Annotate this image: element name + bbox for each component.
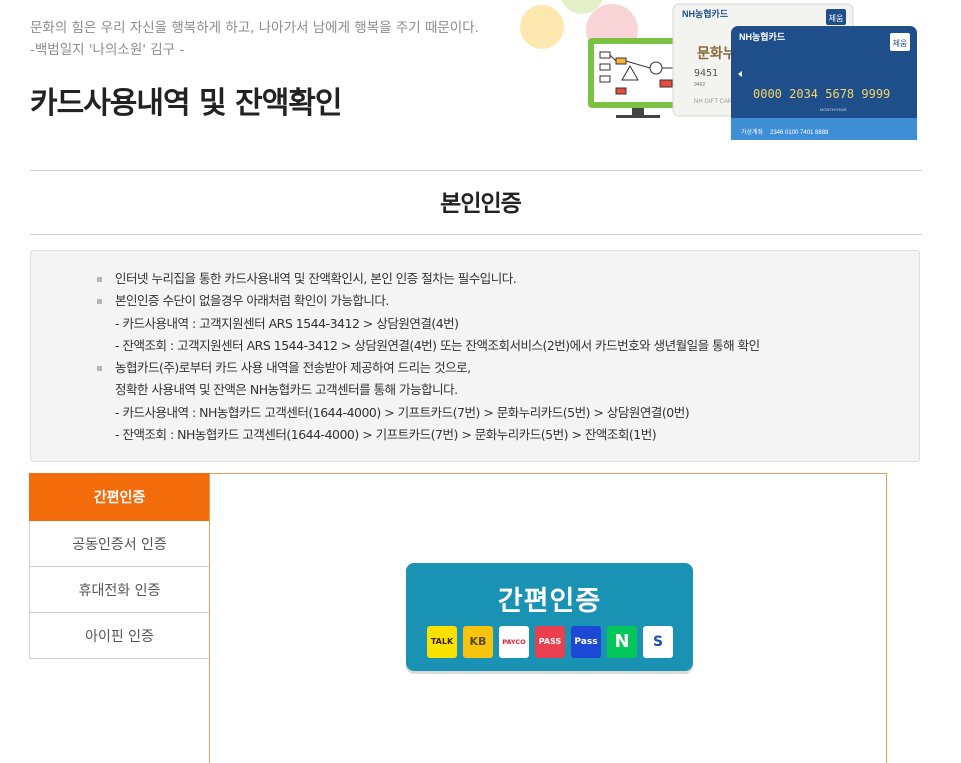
quote-line-2: -백범일지 '나의소원' 김구 -: [30, 42, 185, 58]
quote-line-1: 문화의 힘은 우리 자신을 행복하게 하고, 나아가서 남에게 행복을 주기 때…: [30, 20, 479, 36]
provider-logos: TALK KB PAYCO PASS Pass N S: [427, 626, 673, 658]
quote: 문화의 힘은 우리 자신을 행복하게 하고, 나아가서 남에게 행복을 주기 때…: [30, 17, 479, 61]
card-back-gift: NH GIFT CARD: [694, 99, 737, 105]
notice-box: 인터넷 누리집을 통한 카드사용내역 및 잔액확인시, 본인 인증 절차는 필수…: [30, 250, 920, 462]
notice-line: 농협카드(주)로부터 카드 사용 내역을 전송받아 제공하여 드리는 것으로,: [115, 360, 471, 376]
notice-line: - 카드사용내역 : NH농협카드 고객센터(1644-4000) > 기프트카…: [115, 404, 690, 420]
notice-line: - 잔액조회 : 고객지원센터 ARS 1544-3412 > 상담원연결(4번…: [115, 337, 760, 353]
card-back-sub: 9462: [694, 82, 705, 88]
hero-illustration: NH농협카드 체움 문화누리 9451 9462 NH GIFT CARD NH…: [520, 0, 917, 140]
naver-icon: N: [607, 626, 637, 658]
kb-bank-icon: KB: [463, 626, 493, 658]
notice-line: 정확한 사용내역 및 잔액은 NH농협카드 고객센터를 통해 가능합니다.: [115, 382, 458, 398]
credit-card-front: NH농협카드 체움 0000 2034 5678 9999 MONTH/YEAR…: [731, 26, 917, 140]
notice-line: 인터넷 누리집을 통한 카드사용내역 및 잔액확인시, 본인 인증 절차는 필수…: [115, 271, 517, 286]
pass-icon: PASS: [535, 626, 565, 658]
divider-top: [30, 170, 922, 171]
notice-item: 본인인증 수단이 없을경우 아래처럼 확인이 가능합니다. - 카드사용내역 :…: [95, 290, 919, 357]
tab-phone-auth[interactable]: 휴대전화 인증: [29, 567, 210, 613]
easy-auth-title: 간편인증: [497, 586, 602, 617]
kakao-talk-icon: TALK: [427, 626, 457, 658]
card-front-account: 2346 0100 7401 8888: [770, 130, 829, 136]
easy-auth-button[interactable]: 간편인증 TALK KB PAYCO PASS Pass N S: [406, 563, 693, 671]
card-back-number: 9451: [694, 68, 718, 79]
card-back-badge: 체움: [829, 13, 844, 23]
divider-bottom: [30, 234, 922, 235]
shinhan-icon: S: [643, 626, 673, 658]
notice-line: 본인인증 수단이 없을경우 아래처럼 확인이 가능합니다.: [115, 293, 389, 309]
notice-line: - 잔액조회 : NH농협카드 고객센터(1644-4000) > 기프트카드(…: [115, 427, 657, 443]
tab-ipin-auth[interactable]: 아이핀 인증: [29, 613, 210, 659]
card-front-number: 0000 2034 5678 9999: [753, 87, 890, 101]
auth-tabs: 간편인증 공동인증서 인증 휴대전화 인증 아이핀 인증: [29, 473, 210, 659]
notice-item: 인터넷 누리집을 통한 카드사용내역 및 잔액확인시, 본인 인증 절차는 필수…: [95, 268, 919, 290]
card-front-brand: NH농협카드: [739, 31, 786, 42]
card-front-badge: 체움: [893, 38, 908, 48]
card-back-brand: NH농협카드: [682, 8, 729, 19]
card-front-expiry: MONTH/YEAR: [820, 107, 847, 112]
samsung-pass-icon: Pass: [571, 626, 601, 658]
page-title: 카드사용내역 및 잔액확인: [30, 86, 342, 121]
tab-easy-auth[interactable]: 간편인증: [29, 473, 210, 521]
card-front-account-label: 가상계좌: [741, 128, 764, 136]
notice-item: 농협카드(주)로부터 카드 사용 내역을 전송받아 제공하여 드리는 것으로, …: [95, 357, 919, 446]
notice-line: - 카드사용내역 : 고객지원센터 ARS 1544-3412 > 상담원연결(…: [115, 315, 459, 331]
payco-icon: PAYCO: [499, 626, 529, 658]
section-title: 본인인증: [440, 191, 522, 217]
decor-circle-yellow: [520, 5, 564, 49]
tab-certificate-auth[interactable]: 공동인증서 인증: [29, 521, 210, 567]
